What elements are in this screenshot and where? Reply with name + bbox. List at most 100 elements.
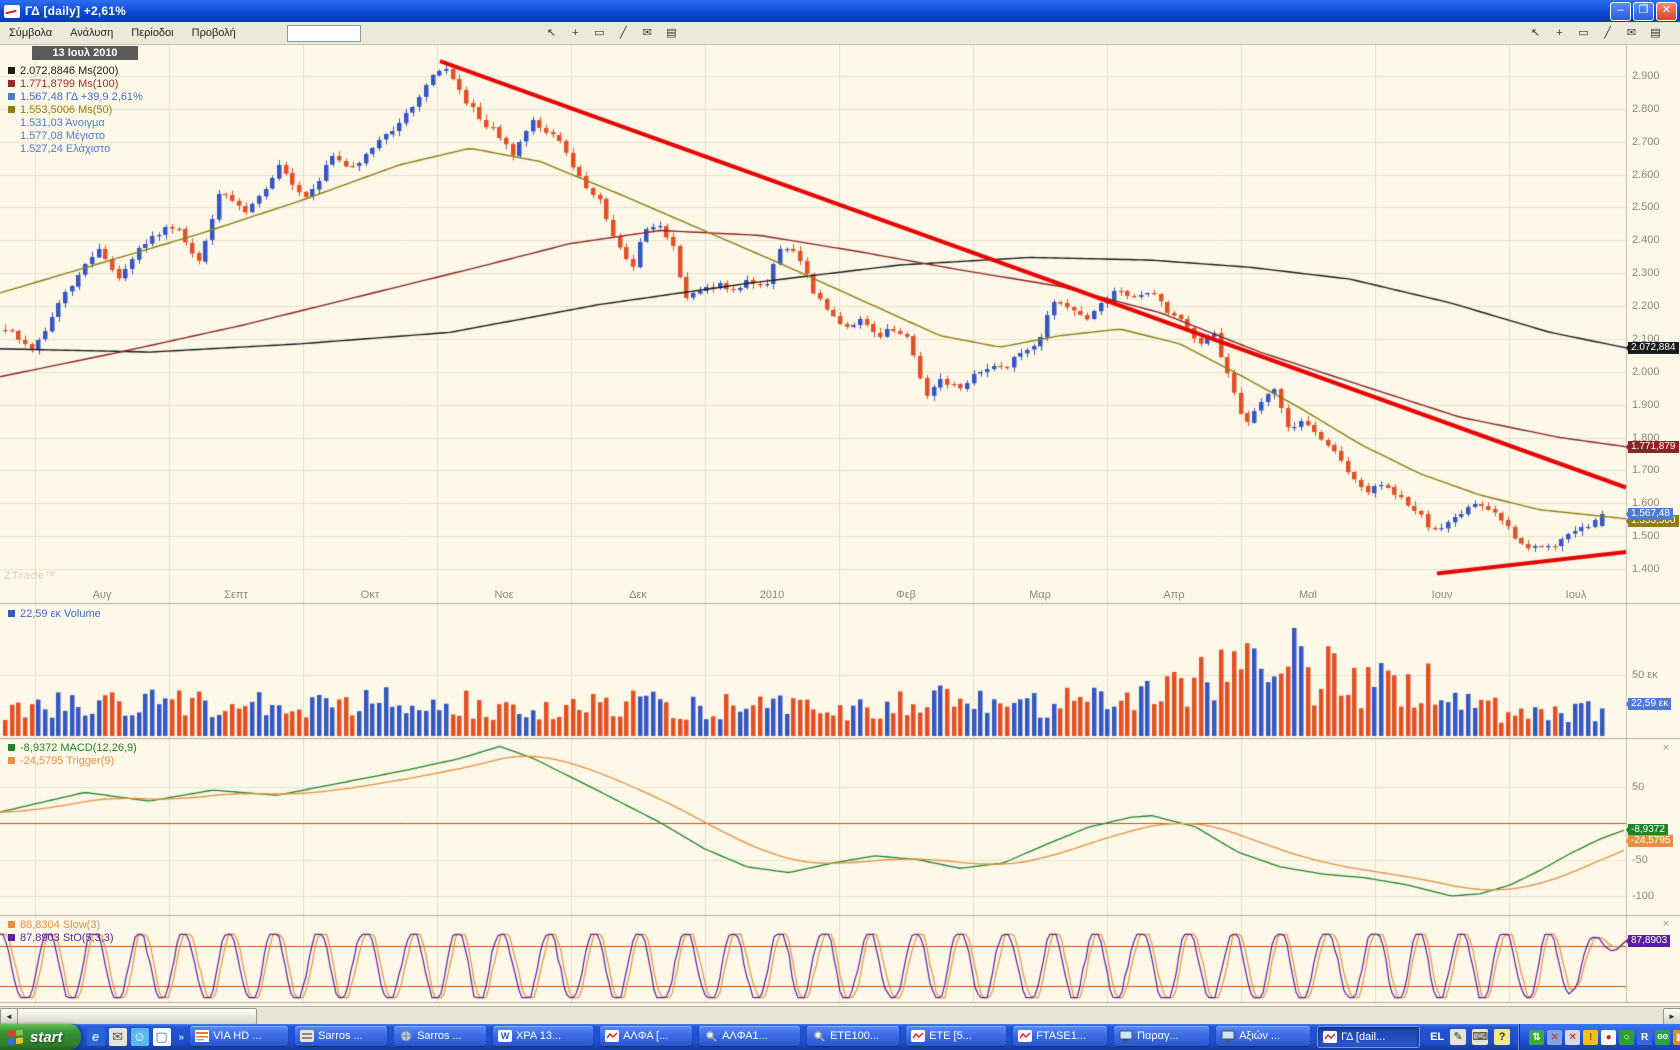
trendline-tool-icon[interactable]: ╱ [1597, 24, 1618, 43]
taskbar-button-label: FTASE1... [1036, 1030, 1086, 1042]
bars-icon [300, 1030, 314, 1042]
taskbar-button-παραγ-[interactable]: Παραγ... [1114, 1026, 1209, 1046]
taskbar-button-via-hd-[interactable]: VIA HD ... [190, 1026, 288, 1046]
taskbar-button-label: ΕΤΕ100... [830, 1030, 879, 1042]
taskbar-button-label: ΑΛΦΑ [... [623, 1030, 668, 1042]
menu-periods[interactable]: Περίοδοι [122, 24, 182, 42]
legend-marker [8, 610, 15, 617]
monitor-icon [1221, 1030, 1235, 1042]
tray-security-shield-icon[interactable]: ! [1583, 1030, 1598, 1045]
cursor-tool-icon[interactable]: ↖ [1525, 24, 1546, 43]
toolbar-center: ↖+▭╱✉▤ [541, 24, 682, 43]
taskbar-button-label: XPA 13... [516, 1030, 561, 1042]
legend-label: 1.577,08 Μέγιστο [20, 130, 105, 142]
y-axis-tick: 50 [1632, 781, 1644, 793]
legend-label: 2.072,8846 Μs(200) [20, 65, 118, 77]
x-axis-month-label: Αυγ [93, 589, 112, 601]
taskbar-button-label: ΑΛΦΑ1... [722, 1030, 768, 1042]
legend-label: 87,8903 StO(5,3,3) [20, 932, 114, 944]
scroll-right-arrow[interactable]: ► [1663, 1008, 1680, 1025]
legend-label: 1.567,48 ΓΔ +39,9 2,61% [20, 91, 143, 103]
taskbar-button-γδ-dail-[interactable]: ΓΔ [dail... [1317, 1026, 1420, 1048]
x-axis-month-label: Δεκ [629, 589, 647, 601]
maximize-button[interactable]: ❐ [1633, 2, 1654, 21]
close-button[interactable]: ✕ [1656, 2, 1677, 21]
taskbar-button-xpa-13-[interactable]: W XPA 13... [493, 1026, 593, 1046]
taskbar-button-αλφα-[interactable]: ΑΛΦΑ [... [600, 1026, 692, 1046]
chart-app-icon [4, 5, 20, 18]
word-icon: W [498, 1030, 512, 1042]
menu-analysis[interactable]: Ανάλυση [61, 24, 122, 42]
via-icon [195, 1030, 209, 1042]
taskbar-button-αλφα1-[interactable]: ΑΛΦΑ1... [699, 1026, 800, 1046]
menu-symbols[interactable]: Σύμβολα [0, 24, 61, 42]
tray-sync-green-icon[interactable]: ⇅ [1529, 1030, 1544, 1045]
price-tag: 1.771,879 [1628, 441, 1679, 453]
price-chart-canvas[interactable] [0, 44, 1680, 1006]
taskbar-button-αξι-ν-[interactable]: Αξιών ... [1216, 1026, 1310, 1046]
monitor-icon [1119, 1030, 1133, 1042]
y-axis-tick: 1.900 [1632, 399, 1660, 411]
y-axis-tick: -100 [1632, 890, 1654, 902]
taskbar-button-ετε-5-[interactable]: ΕΤΕ [5... [906, 1026, 1006, 1046]
help-icon[interactable]: ? [1494, 1029, 1510, 1045]
taskbar-button-label: Sarros ... [318, 1030, 363, 1042]
scroll-left-arrow[interactable]: ◄ [0, 1008, 18, 1025]
tray-messenger-offline-icon[interactable]: ✕ [1547, 1030, 1562, 1045]
y-axis-tick: 2.700 [1632, 136, 1660, 148]
legend-marker [8, 93, 15, 100]
price-tag: 1.567,48 [1628, 508, 1673, 520]
pen-input-icon[interactable]: ✎ [1450, 1029, 1466, 1045]
tray-app-orange-icon[interactable]: ▦ [1673, 1030, 1680, 1045]
taskbar-button-ftase1-[interactable]: FTASE1... [1013, 1026, 1107, 1046]
internet-explorer-icon[interactable]: e [87, 1028, 105, 1046]
taskbar-button-ετε100-[interactable]: ΕΤΕ100... [807, 1026, 899, 1046]
save-tool-icon[interactable]: ▤ [1645, 24, 1666, 43]
scrollbar-thumb[interactable] [17, 1008, 257, 1025]
tray-disconnect-red-icon[interactable]: ✕ [1565, 1030, 1580, 1045]
legend-marker [8, 106, 15, 113]
tray-mail-notifier-icon[interactable]: ● [1601, 1030, 1616, 1045]
messenger-icon[interactable]: ☺ [131, 1028, 149, 1046]
zoom-window-tool-icon[interactable]: ▭ [589, 24, 610, 43]
horizontal-scrollbar[interactable]: ◄ ► [0, 1006, 1680, 1024]
chart-icon [1018, 1030, 1032, 1042]
tray-antivirus-eyes-icon[interactable]: ʘʘ [1655, 1030, 1670, 1045]
minimize-button[interactable]: – [1610, 2, 1631, 21]
toolbar-right: ↖+▭╱✉▤ [1525, 24, 1666, 43]
taskbar-button-sarros-[interactable]: Sarros ... [295, 1026, 387, 1046]
show-desktop-icon[interactable]: ▢ [153, 1028, 171, 1046]
main-legend-row: 1.527,24 Ελάχιστο [8, 142, 110, 155]
zoom-window-tool-icon[interactable]: ▭ [1573, 24, 1594, 43]
symbol-combo-input[interactable] [287, 25, 361, 42]
mail-launcher-icon[interactable]: ✉ [109, 1028, 127, 1046]
envelope-tool-icon[interactable]: ✉ [637, 24, 658, 43]
keyboard-input-icon[interactable]: ⌨ [1472, 1029, 1488, 1045]
x-axis-month-label: Μαϊ [1299, 589, 1317, 601]
crosshair-tool-icon[interactable]: + [1549, 24, 1570, 43]
taskbar-button-label: Sarros ... [417, 1030, 462, 1042]
macd-legend-row: -24,5795 Trigger(9) [8, 754, 114, 767]
taskbar-button-sarros-[interactable]: Sarros ... [394, 1026, 486, 1046]
x-axis-month-label: Ιουλ [1566, 589, 1587, 601]
language-bar: EL ✎ ⌨? [1430, 1029, 1510, 1045]
stochastic-panel-close-icon[interactable]: × [1660, 918, 1672, 930]
envelope-tool-icon[interactable]: ✉ [1621, 24, 1642, 43]
tray-audio-device-icon[interactable]: R [1637, 1030, 1652, 1045]
macd-panel-close-icon[interactable]: × [1660, 742, 1672, 754]
trendline-tool-icon[interactable]: ╱ [613, 24, 634, 43]
y-axis-tick: -50 [1632, 854, 1648, 866]
cursor-tool-icon[interactable]: ↖ [541, 24, 562, 43]
magnifier-icon [704, 1030, 718, 1042]
crosshair-tool-icon[interactable]: + [565, 24, 586, 43]
menu-view[interactable]: Προβολή [183, 24, 245, 42]
legend-label: 88,8304 Slow(3) [20, 919, 100, 931]
save-tool-icon[interactable]: ▤ [661, 24, 682, 43]
legend-marker [8, 744, 15, 751]
window-title: ΓΔ [daily] +2,61% [25, 4, 126, 18]
taskbar-button-label: ΓΔ [dail... [1341, 1031, 1385, 1043]
start-button[interactable]: start [0, 1024, 81, 1050]
tray-green-ring-icon[interactable]: ○ [1619, 1030, 1634, 1045]
quick-launch-overflow-chevron[interactable]: » [179, 1032, 185, 1043]
language-indicator[interactable]: EL [1430, 1031, 1444, 1043]
